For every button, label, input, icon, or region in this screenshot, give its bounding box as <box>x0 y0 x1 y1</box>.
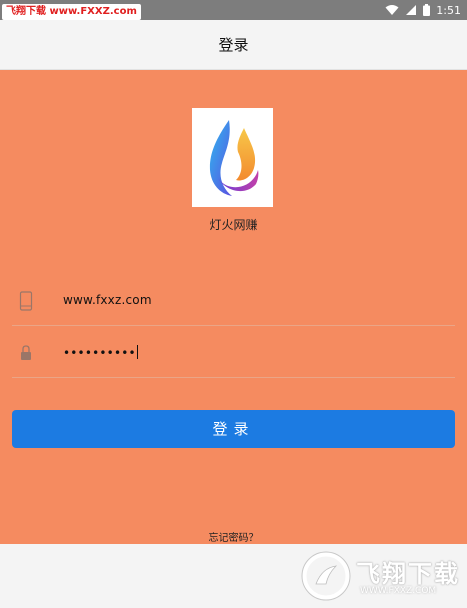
fxxz-logo-icon <box>301 551 351 601</box>
phone-icon <box>19 291 33 311</box>
app-logo <box>192 108 273 207</box>
watermark-badge-url: WWW.FXXZ.COM <box>360 586 437 596</box>
app-name: 灯火网赚 <box>209 218 258 232</box>
lock-icon <box>21 345 31 360</box>
phone-input-value[interactable]: www.fxxz.com <box>63 293 152 307</box>
status-icons: 1:51 <box>385 2 461 18</box>
status-time: 1:51 <box>436 3 461 17</box>
page-title: 登录 <box>218 36 249 54</box>
wifi-icon <box>385 5 399 15</box>
text-cursor <box>136 345 138 359</box>
signal-icon <box>406 5 417 15</box>
forgot-password-link[interactable]: 忘记密码？ <box>0 529 467 544</box>
watermark-badge: 飞翔下载 WWW.FXXZ.COM <box>300 548 460 604</box>
status-bar: 飞翔下载 www.FXXZ.com 1:51 <box>0 0 467 20</box>
password-field[interactable]: •••••••••• <box>12 329 455 378</box>
password-input-value[interactable]: •••••••••• <box>63 345 138 360</box>
header: 登录 <box>0 20 467 70</box>
flame-logo-icon <box>209 120 259 196</box>
login-panel: 灯火网赚 www.fxxz.com •••••••••• 登录 忘记密码？ <box>0 70 467 544</box>
phone-field[interactable]: www.fxxz.com <box>12 277 455 326</box>
battery-icon <box>423 4 431 16</box>
login-button[interactable]: 登录 <box>12 410 455 448</box>
watermark-label: 飞翔下载 www.FXXZ.com <box>2 4 141 20</box>
watermark-badge-text: 飞翔下载 <box>356 560 460 588</box>
